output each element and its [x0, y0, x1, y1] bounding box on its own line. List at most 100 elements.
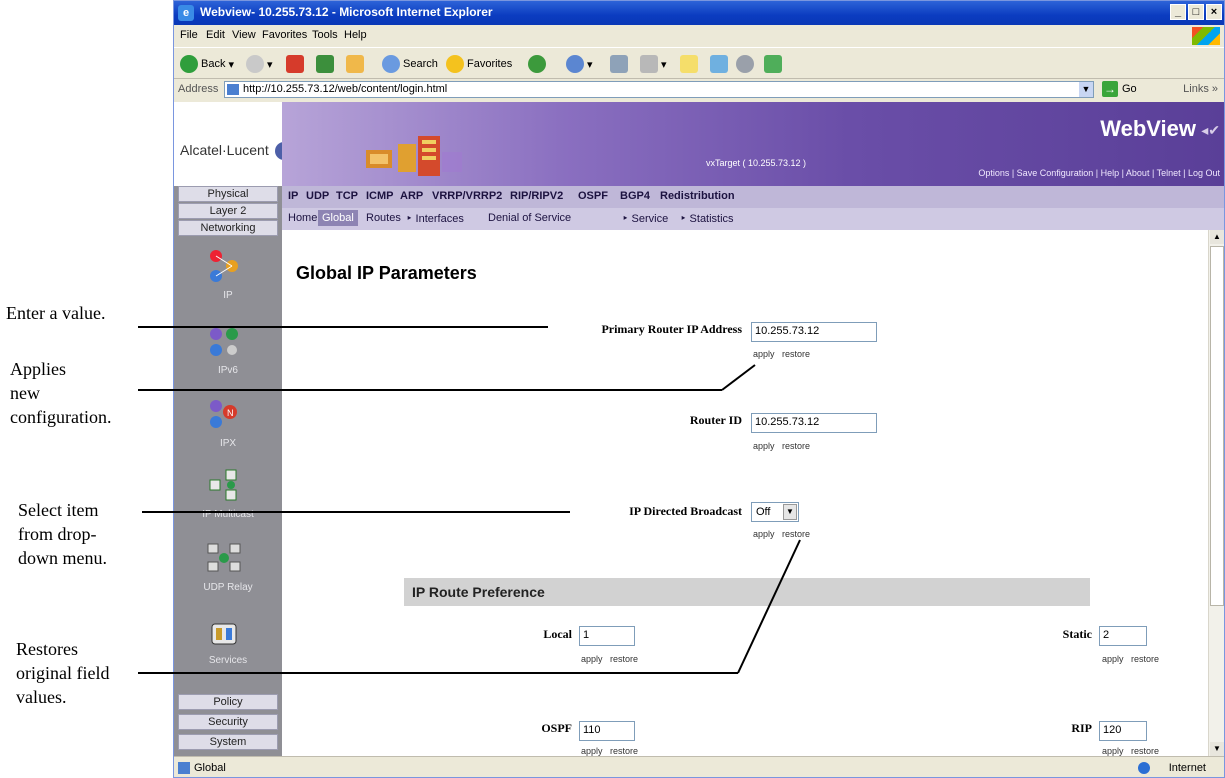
sidebar-button-networking[interactable]: Networking [178, 220, 278, 236]
ie-icon: e [178, 5, 194, 21]
ip-directed-broadcast-label: IP Directed Broadcast [629, 504, 742, 518]
forward-button[interactable]: ▾ [246, 53, 273, 75]
chevron-down-icon[interactable]: ▼ [783, 504, 797, 520]
sidebar-button-security[interactable]: Security [178, 714, 278, 730]
local-input[interactable]: 1 [579, 626, 635, 646]
restore-link[interactable]: restore [782, 529, 810, 539]
apply-link[interactable]: apply [753, 441, 775, 451]
tab-ip[interactable]: IP [288, 190, 298, 202]
annotation-select-item: Select item from drop- down menu. [18, 498, 107, 570]
address-input[interactable]: http://10.255.73.12/web/content/login.ht… [224, 81, 1094, 98]
menu-tools[interactable]: Tools [312, 29, 338, 41]
subtab-routes[interactable]: Routes [366, 212, 401, 224]
sidebar-item-ip[interactable]: IP [174, 290, 282, 301]
restore-link[interactable]: restore [782, 349, 810, 359]
home-icon[interactable] [346, 55, 364, 73]
subtab-interfaces[interactable]: ‣ Interfaces [406, 212, 464, 225]
scroll-down-icon[interactable]: ▼ [1210, 742, 1224, 756]
subtab-denial-of-service[interactable]: Denial of Service [488, 212, 571, 224]
back-button[interactable]: Back ▾ [180, 53, 234, 75]
sidebar-item-udp-relay[interactable]: UDP Relay [174, 582, 282, 593]
menu-view[interactable]: View [232, 29, 256, 41]
tab-udp[interactable]: UDP [306, 190, 329, 202]
messenger-icon[interactable] [736, 55, 754, 73]
sidebar-item-ip-multicast[interactable]: IP Multicast [174, 509, 282, 520]
restore-link[interactable]: restore [782, 441, 810, 451]
history-icon[interactable] [528, 55, 546, 73]
research-icon[interactable] [710, 55, 728, 73]
tab-bgp4[interactable]: BGP4 [620, 190, 650, 202]
sidebar-button-physical[interactable]: Physical [178, 186, 278, 202]
sidebar-item-services[interactable]: Services [174, 655, 282, 666]
refresh-icon[interactable] [316, 55, 334, 73]
sidebar-item-ipv6[interactable]: IPv6 [174, 365, 282, 376]
static-input[interactable]: 2 [1099, 626, 1147, 646]
subtab-global[interactable]: Global [318, 210, 358, 226]
favorites-button[interactable]: Favorites [446, 53, 512, 75]
apply-link[interactable]: apply [1102, 746, 1124, 756]
router-id-input[interactable]: 10.255.73.12 [751, 413, 877, 433]
restore-link[interactable]: restore [610, 654, 638, 664]
maximize-button[interactable]: □ [1188, 4, 1204, 20]
scroll-thumb[interactable] [1210, 246, 1224, 606]
sidebar-button-policy[interactable]: Policy [178, 694, 278, 710]
search-button[interactable]: Search [382, 53, 438, 75]
go-label: Go [1122, 83, 1137, 95]
tab-icmp[interactable]: ICMP [366, 190, 394, 202]
restore-link[interactable]: restore [1131, 746, 1159, 756]
primary-router-input[interactable]: 10.255.73.12 [751, 322, 877, 342]
close-button[interactable]: × [1206, 4, 1222, 20]
ipv6-icon[interactable] [204, 322, 244, 362]
tab-ospf[interactable]: OSPF [578, 190, 608, 202]
sidebar-button-layer2[interactable]: Layer 2 [178, 203, 278, 219]
tab-redistribution[interactable]: Redistribution [660, 190, 735, 202]
print-icon[interactable] [610, 55, 628, 73]
ip-icon[interactable] [204, 246, 244, 286]
apply-link[interactable]: apply [753, 529, 775, 539]
restore-link[interactable]: restore [1131, 654, 1159, 664]
subtab-statistics[interactable]: ‣ Statistics [680, 212, 734, 225]
services-icon[interactable] [204, 614, 244, 654]
tab-arp[interactable]: ARP [400, 190, 423, 202]
mail-icon[interactable] [566, 55, 584, 73]
minimize-button[interactable]: _ [1170, 4, 1186, 20]
tab-rip[interactable]: RIP/RIPV2 [510, 190, 563, 202]
people-icon[interactable] [764, 55, 782, 73]
folder-icon[interactable] [680, 55, 698, 73]
apply-link[interactable]: apply [1102, 654, 1124, 664]
ip-directed-broadcast-select[interactable]: Off ▼ [751, 502, 799, 522]
sidebar-button-system[interactable]: System [178, 734, 278, 750]
apply-link[interactable]: apply [581, 654, 603, 664]
vertical-scrollbar[interactable]: ▲ ▼ [1208, 230, 1224, 756]
subtab-service[interactable]: ‣ Service [622, 212, 668, 225]
ip-multicast-icon[interactable] [204, 466, 244, 506]
page-title: Global IP Parameters [296, 263, 477, 283]
annotation-line: Applies [10, 359, 66, 379]
ospf-label: OSPF [541, 721, 572, 735]
sidebar-item-ipx[interactable]: IPX [174, 438, 282, 449]
menu-favorites[interactable]: Favorites [262, 29, 307, 41]
ipx-icon[interactable]: N [204, 394, 244, 434]
top-links[interactable]: Options | Save Configuration | Help | Ab… [978, 168, 1220, 178]
section-title: IP Route Preference [412, 584, 545, 600]
udp-relay-icon[interactable] [204, 538, 244, 578]
links-button[interactable]: Links » [1183, 83, 1218, 95]
edit-icon[interactable] [640, 55, 658, 73]
subtab-home[interactable]: Home [288, 212, 317, 224]
go-button[interactable]: → Go [1102, 81, 1137, 97]
window-title: Webview- 10.255.73.12 - Microsoft Intern… [200, 5, 493, 19]
chevron-down-icon: ▾ [228, 58, 234, 71]
rip-input[interactable]: 120 [1099, 721, 1147, 741]
menu-file[interactable]: File [180, 29, 198, 41]
apply-link[interactable]: apply [753, 349, 775, 359]
restore-link[interactable]: restore [610, 746, 638, 756]
tab-vrrp[interactable]: VRRP/VRRP2 [432, 190, 502, 202]
menu-help[interactable]: Help [344, 29, 367, 41]
ospf-input[interactable]: 110 [579, 721, 635, 741]
tab-tcp[interactable]: TCP [336, 190, 358, 202]
apply-link[interactable]: apply [581, 746, 603, 756]
menu-edit[interactable]: Edit [206, 29, 225, 41]
scroll-up-icon[interactable]: ▲ [1210, 230, 1224, 244]
stop-icon[interactable] [286, 55, 304, 73]
chevron-down-icon[interactable]: ▼ [1079, 82, 1093, 97]
